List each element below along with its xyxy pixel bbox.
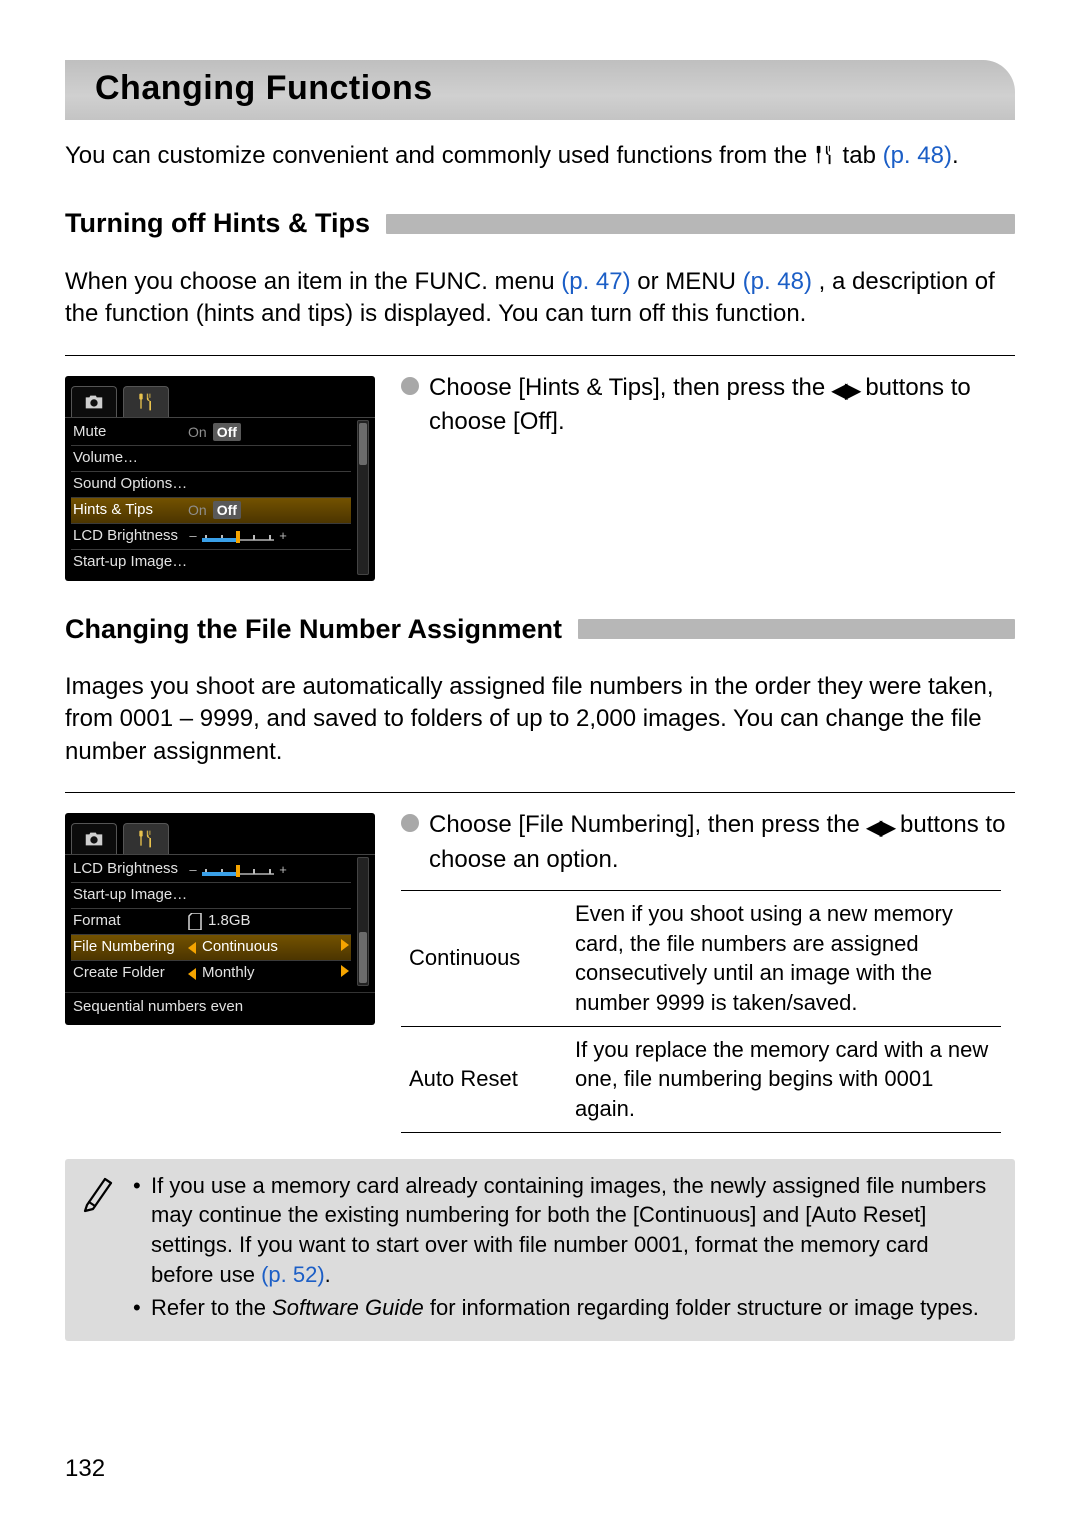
lcd-menu-item: Start-up Image: [71, 882, 351, 908]
lcd-item-label: Volume: [73, 448, 188, 468]
section-title: Turning off Hints & Tips: [65, 205, 370, 241]
step-bullet: Choose [File Numbering], then press the …: [401, 809, 1015, 876]
lcd-item-value: – +: [188, 527, 349, 545]
arrow-left-icon: [188, 942, 196, 954]
lcd-menu-item: MuteOnOff: [71, 420, 351, 445]
heading-bar: [386, 214, 1015, 234]
section-title: Changing the File Number Assignment: [65, 611, 562, 647]
note-box: If you use a memory card already contain…: [65, 1159, 1015, 1341]
left-right-arrows-icon: [832, 374, 859, 406]
pencil-icon: [79, 1171, 115, 1327]
table-row: Auto ResetIf you replace the memory card…: [401, 1026, 1001, 1132]
tools-tab-icon: [123, 823, 169, 854]
lcd-menu-item: Sound Options: [71, 471, 351, 497]
intro-text-a: You can customize convenient and commonl…: [65, 142, 814, 169]
lcd-item-label: Start-up Image: [73, 552, 188, 572]
lcd-menu-item: Volume: [71, 445, 351, 471]
lcd-item-label: Mute: [73, 422, 188, 442]
camera-menu-screenshot-2: LCD Brightness – + Start-up Image Format1…: [65, 813, 375, 1025]
arrow-right-icon: [341, 939, 349, 951]
note-item-1: If you use a memory card already contain…: [133, 1171, 995, 1290]
lcd-scrollbar: [357, 420, 369, 575]
camera-menu-screenshot-1: MuteOnOffVolumeSound OptionsHints & Tips…: [65, 376, 375, 581]
lcd-menu-item: Hints & TipsOnOff: [71, 497, 351, 523]
lcd-item-value: Continuous: [188, 937, 349, 957]
sd-card-icon: [188, 913, 202, 930]
lcd-item-label: Hints & Tips: [73, 500, 188, 520]
option-description: Even if you shoot using a new memory car…: [567, 890, 1001, 1026]
table-row: ContinuousEven if you shoot using a new …: [401, 890, 1001, 1026]
lcd-item-label: File Numbering: [73, 937, 188, 957]
brightness-meter: – +: [188, 527, 288, 545]
camera-tab-icon: [71, 386, 117, 417]
section1-paragraph: When you choose an item in the FUNC. men…: [65, 266, 1015, 331]
section-heading-filenum: Changing the File Number Assignment: [65, 611, 1015, 647]
separator: [65, 355, 1015, 356]
lcd-menu-item: Start-up Image: [71, 549, 351, 575]
software-guide-title: Software Guide: [272, 1295, 424, 1320]
page-title: Changing Functions: [95, 66, 985, 112]
lcd-menu-item: LCD Brightness – +: [71, 857, 351, 882]
intro-page-ref[interactable]: (p. 48): [883, 142, 952, 169]
section2-paragraph: Images you shoot are automatically assig…: [65, 671, 1015, 768]
tools-icon: [814, 143, 836, 175]
lcd-caption: Sequential numbers even: [65, 992, 375, 1025]
note-item-2: Refer to the Software Guide for informat…: [133, 1293, 995, 1323]
lcd-menu-item: Format1.8GB: [71, 908, 351, 934]
lcd-item-value: Monthly: [188, 963, 349, 983]
intro-text-b: tab: [843, 142, 883, 169]
option-name: Continuous: [401, 890, 567, 1026]
camera-tab-icon: [71, 823, 117, 854]
options-table: ContinuousEven if you shoot using a new …: [401, 890, 1001, 1133]
lcd-item-label: LCD Brightness: [73, 859, 188, 879]
lcd-item-value: – +: [188, 861, 349, 879]
intro-paragraph: You can customize convenient and commonl…: [65, 140, 1015, 175]
ref-p48[interactable]: (p. 48): [743, 268, 812, 295]
separator: [65, 792, 1015, 793]
lcd-item-label: Start-up Image: [73, 885, 188, 905]
lcd-menu-item: LCD Brightness – +: [71, 523, 351, 549]
bullet-dot-icon: [401, 377, 419, 395]
option-name: Auto Reset: [401, 1026, 567, 1132]
left-right-arrows-icon: [867, 811, 894, 843]
lcd-item-label: LCD Brightness: [73, 526, 188, 546]
lcd-menu-item: File NumberingContinuous: [71, 934, 351, 960]
option-description: If you replace the memory card with a ne…: [567, 1026, 1001, 1132]
lcd-item-value: OnOff: [188, 501, 349, 520]
arrow-right-icon: [341, 965, 349, 977]
arrow-left-icon: [188, 968, 196, 980]
lcd-item-value: 1.8GB: [188, 911, 349, 931]
page-title-banner: Changing Functions: [65, 60, 1015, 120]
lcd-scrollbar: [357, 857, 369, 986]
lcd-menu-item: Create FolderMonthly: [71, 960, 351, 986]
lcd-item-value: OnOff: [188, 423, 349, 442]
brightness-meter: – +: [188, 861, 288, 879]
heading-bar: [578, 619, 1015, 639]
bullet-dot-icon: [401, 814, 419, 832]
ref-p47[interactable]: (p. 47): [561, 268, 630, 295]
tools-tab-icon: [123, 386, 169, 417]
ref-p52[interactable]: (p. 52): [261, 1262, 325, 1287]
page-number: 132: [65, 1453, 105, 1485]
lcd-item-label: Sound Options: [73, 474, 188, 494]
step-bullet: Choose [Hints & Tips], then press the bu…: [401, 372, 1015, 439]
lcd-item-label: Format: [73, 911, 188, 931]
lcd-item-label: Create Folder: [73, 963, 188, 983]
section-heading-hints: Turning off Hints & Tips: [65, 205, 1015, 241]
